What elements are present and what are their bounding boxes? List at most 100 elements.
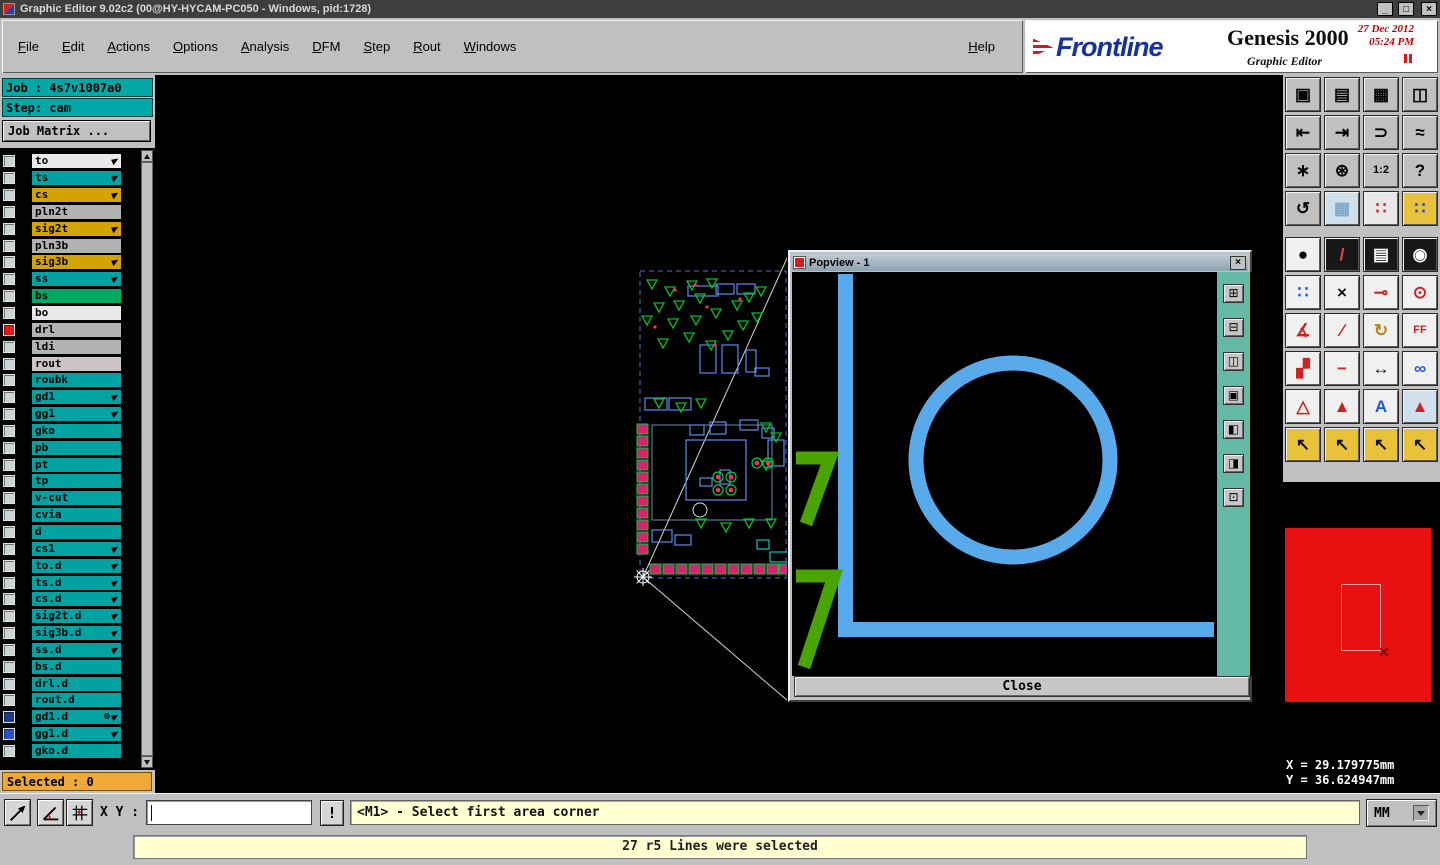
layer-name-gg1[interactable]: gg1 — [32, 407, 121, 422]
select-poly-arrow-icon[interactable]: ↖ — [1363, 427, 1399, 462]
layer-name-drl.d[interactable]: drl.d — [32, 676, 121, 691]
layer-row-sig2t[interactable]: sig2t — [0, 220, 155, 237]
layer-row-v-cut[interactable]: v-cut — [0, 490, 155, 507]
layer-row-bs[interactable]: bs — [0, 288, 155, 305]
clipboard-view-icon[interactable]: ⊃ — [1363, 115, 1399, 150]
menu-actions[interactable]: Actions — [107, 39, 150, 54]
layer-name-pb[interactable]: pb — [32, 440, 121, 455]
menu-edit[interactable]: Edit — [62, 39, 84, 54]
layer-checkbox-gd1.d[interactable] — [3, 711, 15, 724]
grid-toggle-icon[interactable]: ▦ — [1324, 191, 1360, 226]
scrollbar-thumb[interactable] — [141, 162, 153, 756]
units-dropdown[interactable]: MM — [1366, 799, 1437, 827]
layer-checkbox-pln2t[interactable] — [3, 205, 15, 218]
rotate-icon[interactable]: ↻ — [1363, 313, 1399, 348]
menu-dfm[interactable]: DFM — [312, 39, 340, 54]
select-chart-arrow-icon[interactable]: ↖ — [1402, 427, 1438, 462]
layer-checkbox-pln3b[interactable] — [3, 239, 15, 252]
popview-titlebar[interactable]: Popview - 1 × — [792, 254, 1248, 271]
layer-row-ts[interactable]: ts — [0, 170, 155, 187]
layer-name-pln3b[interactable]: pln3b — [32, 238, 121, 253]
layer-name-gko.d[interactable]: gko.d — [32, 743, 121, 758]
popview-new-window-icon[interactable]: ⊞ — [1223, 284, 1244, 303]
job-matrix-button[interactable]: Job Matrix ... — [2, 120, 151, 142]
layer-checkbox-cvia[interactable] — [3, 509, 15, 522]
popview-close-icon[interactable]: × — [1230, 255, 1246, 270]
layer-name-v-cut[interactable]: v-cut — [32, 491, 121, 506]
pad-dot-icon[interactable]: ● — [1285, 237, 1321, 272]
layer-row-bs.d[interactable]: bs.d — [0, 658, 155, 675]
menu-options[interactable]: Options — [173, 39, 218, 54]
layer-checkbox-sig3b.d[interactable] — [3, 627, 15, 640]
zoom-in-icon[interactable]: ∗ — [1285, 153, 1321, 188]
layer-name-bs.d[interactable]: bs.d — [32, 659, 121, 674]
layer-checkbox-bs[interactable] — [3, 290, 15, 303]
layer-checkbox-gg1[interactable] — [3, 408, 15, 421]
layers-flow-icon[interactable]: ≈ — [1402, 115, 1438, 150]
layer-row-gd1.d[interactable]: gd1.d ⊕ — [0, 709, 155, 726]
angle-mode-button[interactable] — [37, 799, 64, 826]
move-origin-icon[interactable]: ⊸ — [1363, 275, 1399, 310]
layer-name-gd1.d[interactable]: gd1.d ⊕ — [32, 710, 121, 725]
layer-name-sig2t.d[interactable]: sig2t.d — [32, 609, 121, 624]
layer-name-ts.d[interactable]: ts.d — [32, 575, 121, 590]
popview-center-icon[interactable]: ⊡ — [1223, 488, 1244, 507]
undo-view-icon[interactable]: ↺ — [1285, 191, 1321, 226]
layer-row-gko.d[interactable]: gko.d — [0, 743, 155, 760]
layer-checkbox-cs.d[interactable] — [3, 593, 15, 606]
layer-checkbox-d[interactable] — [3, 525, 15, 538]
layer-name-rout.d[interactable]: rout.d — [32, 693, 121, 708]
layer-row-cvia[interactable]: cvia — [0, 507, 155, 524]
layer-checkbox-sig2t[interactable] — [3, 222, 15, 235]
layer-name-bo[interactable]: bo — [32, 306, 121, 321]
layer-name-tp[interactable]: tp — [32, 474, 121, 489]
layer-row-sig3b[interactable]: sig3b — [0, 254, 155, 271]
layer-checkbox-ldi[interactable] — [3, 340, 15, 353]
layer-name-bs[interactable]: bs — [32, 289, 121, 304]
close-button[interactable]: × — [1421, 2, 1437, 16]
layer-name-gd1[interactable]: gd1 — [32, 390, 121, 405]
measure-distance-icon[interactable]: ↔ — [1363, 351, 1399, 386]
layer-row-sig3b.d[interactable]: sig3b.d — [0, 625, 155, 642]
diagonal-measure-button[interactable] — [4, 799, 31, 826]
layer-row-pb[interactable]: pb — [0, 439, 155, 456]
layer-name-pln2t[interactable]: pln2t — [32, 204, 121, 219]
popview-fit-view-icon[interactable]: ▣ — [1223, 386, 1244, 405]
layer-row-rout[interactable]: rout — [0, 355, 155, 372]
layer-row-drl[interactable]: drl — [0, 321, 155, 338]
menu-file[interactable]: File — [18, 39, 39, 54]
layer-row-roubk[interactable]: roubk — [0, 372, 155, 389]
layer-row-ldi[interactable]: ldi — [0, 338, 155, 355]
layer-checkbox-ts.d[interactable] — [3, 576, 15, 589]
popview-close-button[interactable]: Close — [794, 676, 1250, 697]
mirror-f-icon[interactable]: FF — [1402, 313, 1438, 348]
layer-checkbox-ss[interactable] — [3, 273, 15, 286]
layer-row-drl.d[interactable]: drl.d — [0, 675, 155, 692]
layer-name-ldi[interactable]: ldi — [32, 339, 121, 354]
triangle-a-icon[interactable]: A — [1363, 389, 1399, 424]
popview-zoom-out-icon[interactable]: ⊟ — [1223, 318, 1244, 337]
triangle-filled-icon[interactable]: ▲ — [1324, 389, 1360, 424]
fit-window-icon[interactable]: ▣ — [1285, 77, 1321, 112]
triangle-outline-icon[interactable]: △ — [1285, 389, 1321, 424]
maximize-button[interactable]: □ — [1398, 2, 1414, 16]
layer-checkbox-tp[interactable] — [3, 475, 15, 488]
dotted-target-icon[interactable]: ◉ — [1402, 237, 1438, 272]
select-arrow-icon[interactable]: ↖ — [1285, 427, 1321, 462]
popview-pan-left-icon[interactable]: ◧ — [1223, 420, 1244, 439]
layer-checkbox-pb[interactable] — [3, 441, 15, 454]
navigator-map[interactable] — [1285, 528, 1431, 702]
layer-row-tp[interactable]: tp — [0, 473, 155, 490]
grid-snap-button[interactable] — [66, 799, 93, 826]
layer-name-drl[interactable]: drl — [32, 322, 121, 337]
diagonal-slash-icon[interactable]: / — [1324, 237, 1360, 272]
layer-row-pln3b[interactable]: pln3b — [0, 237, 155, 254]
layer-checkbox-drl[interactable] — [3, 323, 15, 336]
layer-name-gg1.d[interactable]: gg1.d — [32, 727, 121, 742]
layer-name-cs[interactable]: cs — [32, 188, 121, 203]
layer-checkbox-cs1[interactable] — [3, 542, 15, 555]
layer-name-ss[interactable]: ss — [32, 272, 121, 287]
layer-checkbox-gd1[interactable] — [3, 391, 15, 404]
popview-pan-right-icon[interactable]: ◨ — [1223, 454, 1244, 473]
layer-row-cs.d[interactable]: cs.d — [0, 591, 155, 608]
